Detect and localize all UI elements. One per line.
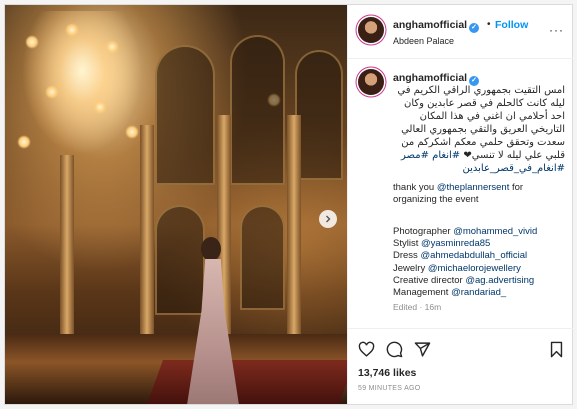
edited-timestamp: Edited · 16m [393,302,442,312]
chandelier [17,11,147,161]
bookmark-icon[interactable] [548,341,565,358]
caption-thanks: thank you @theplannersent for organizing… [393,182,524,205]
credit-line: Creative director @ag.advertising [393,274,535,286]
separator-dot: • [487,19,491,30]
follow-button[interactable]: Follow [495,19,528,31]
column [287,115,301,345]
post-side-panel: anghamofficial ✓ • Follow Abdeen Palace ·… [347,5,573,404]
caption: anghamofficial ✓ امس التقيت بجمهوري الراق… [348,59,573,329]
arch [295,50,343,180]
mention-link[interactable]: @ahmedabdullah_official [420,250,527,261]
column [60,155,74,345]
arch [230,35,285,185]
mention-link[interactable]: @yasminreda85 [421,238,490,249]
avatar[interactable] [358,17,384,43]
chevron-right-icon [326,215,331,223]
heart-emoji: ❤ [463,150,472,161]
action-bar [348,337,573,361]
arch [240,205,285,310]
credit-line: Stylist @yasminreda85 [393,238,491,250]
credit-line: Photographer @mohammed_vivid [393,226,538,237]
light [17,135,31,149]
credit-line: Management @randariad_ [393,287,507,299]
light [65,23,79,37]
comment-icon[interactable] [386,341,403,358]
caption-credits: Photographer @mohammed_vivid Stylist @ya… [393,226,569,299]
arch [155,45,215,185]
instagram-post: anghamofficial ✓ • Follow Abdeen Palace ·… [4,4,573,405]
light [105,40,119,54]
post-header: anghamofficial ✓ • Follow Abdeen Palace ·… [348,5,573,59]
header-username[interactable]: anghamofficial ✓ [393,19,480,33]
post-photo[interactable] [5,5,347,404]
heart-icon[interactable] [358,341,375,358]
light [125,125,139,139]
light [25,35,39,49]
location-link[interactable]: Abdeen Palace [393,36,454,46]
credit-line: Dress @ahmedabdullah_official [393,250,528,262]
next-photo-button[interactable] [319,210,337,228]
share-icon[interactable] [414,341,431,358]
likes-count[interactable]: 13,746 likes [358,367,416,379]
woman-figure [183,237,243,404]
column [140,125,154,345]
caption-arabic-text: امس التقيت بجمهوري الراقي الكريم في ليله… [397,85,565,174]
verified-badge-icon: ✓ [469,23,480,33]
light [45,85,59,99]
post-timestamp[interactable]: 59 MINUTES AGO [358,385,421,392]
mention-link[interactable]: @theplannersent [437,182,510,193]
light [93,100,107,114]
caption-avatar[interactable] [358,69,384,95]
mention-link[interactable]: @ag.advertising [465,275,534,286]
more-options-button[interactable]: ··· [549,23,564,37]
credit-line: Jewelry @michaelorojewellery [393,262,521,274]
mention-link[interactable]: @mohammed_vivid [453,226,537,237]
carpet [146,360,347,404]
mention-link[interactable]: @michaelorojewellery [428,263,521,274]
mention-link[interactable]: @randariad_ [451,287,506,298]
